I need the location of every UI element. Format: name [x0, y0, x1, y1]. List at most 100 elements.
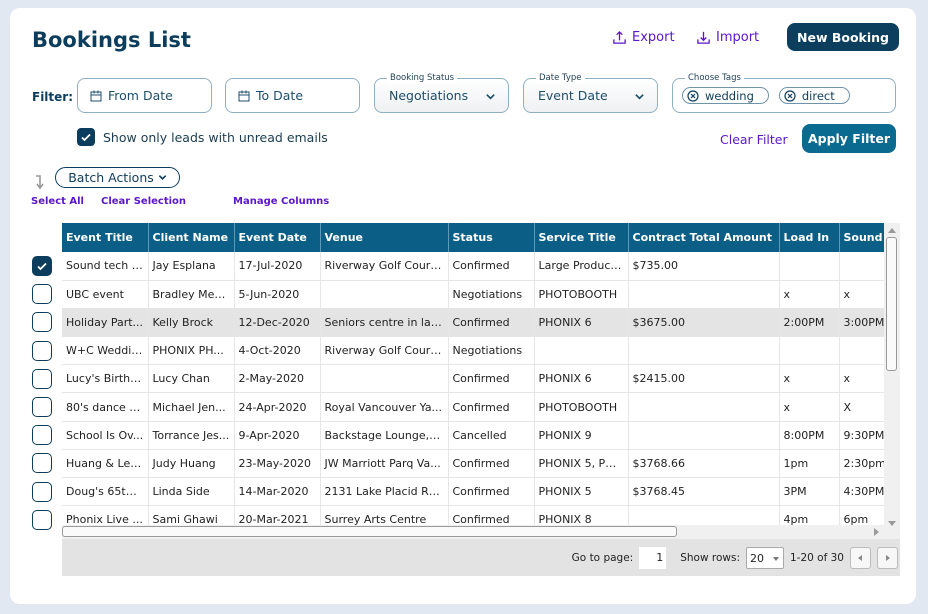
- column-header[interactable]: Event Title: [62, 223, 149, 252]
- chevron-down-icon: [486, 94, 495, 100]
- column-header[interactable]: Venue: [320, 223, 449, 252]
- vertical-scroll-thumb[interactable]: [886, 237, 897, 371]
- booking-status-select[interactable]: Booking Status Negotiations: [374, 72, 509, 113]
- table-row[interactable]: UBC event Bradley Men... 5-Jun-2020 Negotia…: [62, 280, 884, 309]
- import-button[interactable]: Import: [696, 30, 759, 45]
- table-cell: 2:00PM: [779, 308, 840, 338]
- table-cell: Confirmed: [448, 505, 535, 525]
- table-row[interactable]: Sound tech -... Jay Esplana 17-Jul-2020 Riv…: [62, 252, 884, 281]
- table-row[interactable]: School Is Ov... Torrance Jes... 9-Apr-2020…: [62, 421, 884, 450]
- to-date-placeholder: To Date: [256, 88, 304, 103]
- show-rows-label: Show rows:: [680, 551, 740, 564]
- table-cell: Confirmed: [448, 477, 535, 507]
- clear-filter-link[interactable]: Clear Filter: [720, 132, 788, 147]
- table-cell: $735.00: [628, 252, 780, 281]
- table-cell: Riverway Golf Cours...: [320, 252, 449, 281]
- table-cell: PHONIX 5, PH...: [534, 449, 629, 479]
- row-checkbox[interactable]: [32, 312, 52, 333]
- column-header[interactable]: Sound: [839, 223, 884, 252]
- table-cell: Confirmed: [448, 308, 535, 338]
- remove-tag-icon[interactable]: [687, 89, 699, 102]
- table-cell: x: [779, 392, 840, 422]
- bookings-card: Bookings List Export Import New Booking …: [10, 8, 916, 604]
- remove-tag-icon[interactable]: [784, 89, 796, 102]
- from-date-input[interactable]: From Date: [77, 78, 212, 113]
- table-cell: 4:30PM: [839, 477, 884, 507]
- clear-selection-link[interactable]: Clear Selection: [101, 196, 186, 207]
- row-checkbox[interactable]: [32, 368, 52, 389]
- column-header[interactable]: Service Title: [534, 223, 629, 252]
- goto-page-input[interactable]: 1: [639, 546, 667, 569]
- next-page-button[interactable]: [877, 546, 898, 569]
- table-cell: 14-Mar-2020: [234, 477, 321, 507]
- table-cell: W+C Wedding: [62, 336, 149, 366]
- table-cell: Huang & Lee...: [62, 449, 149, 479]
- table-cell: 9:30PM: [839, 421, 884, 450]
- export-button[interactable]: Export: [612, 30, 675, 45]
- row-checkbox[interactable]: [32, 453, 52, 474]
- bookings-grid: Event Title Client Name Event Date Venue Sta…: [62, 223, 900, 576]
- table-cell: x: [779, 280, 840, 309]
- horizontal-scroll-thumb[interactable]: [62, 526, 677, 537]
- table-cell: Torrance Jes...: [148, 421, 235, 450]
- tags-select[interactable]: Choose Tags wedding direct: [672, 72, 896, 113]
- prev-page-button[interactable]: [850, 546, 871, 569]
- table-cell: 24-Apr-2020: [234, 392, 321, 422]
- scroll-right-icon[interactable]: [874, 528, 879, 536]
- table-body: Sound tech -... Jay Esplana 17-Jul-2020 Riv…: [62, 252, 884, 525]
- table-row[interactable]: Phonix Live ... Sami Ghawi 20-Mar-2021 Surr…: [62, 505, 884, 525]
- unread-emails-checkbox[interactable]: [77, 128, 95, 146]
- table-cell: [628, 505, 780, 525]
- row-checkbox[interactable]: [32, 256, 52, 276]
- table-cell: Negotiations: [448, 280, 535, 309]
- vertical-scrollbar[interactable]: [884, 223, 900, 539]
- row-checkbox[interactable]: [32, 340, 52, 361]
- row-checkbox[interactable]: [32, 481, 52, 502]
- apply-filter-button[interactable]: Apply Filter: [802, 124, 896, 153]
- horizontal-scrollbar[interactable]: [62, 525, 884, 539]
- table-cell: $3768.45: [628, 477, 780, 507]
- row-checkbox[interactable]: [32, 425, 52, 446]
- date-type-select[interactable]: Date Type Event Date: [523, 72, 658, 113]
- checkmark-icon: [37, 262, 47, 271]
- table-row[interactable]: W+C Wedding PHONIX PH... 4-Oct-2020 Riverwa…: [62, 336, 884, 366]
- to-date-input[interactable]: To Date: [225, 78, 360, 113]
- table-row[interactable]: Doug's 65th ... Linda Side 14-Mar-2020 2131…: [62, 477, 884, 507]
- scroll-down-icon[interactable]: [888, 521, 896, 526]
- rows-per-page-select[interactable]: 20: [746, 546, 784, 569]
- booking-status-value: Negotiations: [389, 88, 469, 103]
- table-row[interactable]: 80's dance p... Michael Jen... 24-Apr-2020…: [62, 392, 884, 422]
- select-all-link[interactable]: Select All: [31, 196, 84, 207]
- table-row[interactable]: Huang & Lee... Judy Huang 23-May-2020 JW Ma…: [62, 449, 884, 479]
- page-title: Bookings List: [32, 28, 191, 52]
- column-header[interactable]: Contract Total Amount: [628, 223, 780, 252]
- table-cell: [628, 336, 780, 366]
- column-header[interactable]: Load In: [779, 223, 840, 252]
- table-cell: PHONIX 9: [534, 421, 629, 450]
- row-checkbox[interactable]: [32, 284, 52, 305]
- table-cell: Sami Ghawi: [148, 505, 235, 525]
- table-cell: Riverway Golf Cours...: [320, 336, 449, 366]
- filter-label: Filter:: [32, 90, 74, 104]
- tag-chip[interactable]: direct: [778, 87, 850, 104]
- table-cell: Judy Huang: [148, 449, 235, 479]
- table-cell: Confirmed: [448, 252, 535, 281]
- table-cell: [839, 252, 884, 281]
- column-header[interactable]: Client Name: [148, 223, 235, 252]
- table-row[interactable]: Holiday Part... Kelly Brock 12-Dec-2020 Sen…: [62, 308, 884, 338]
- table-cell: PHONIX 6: [534, 364, 629, 394]
- new-booking-button[interactable]: New Booking: [787, 23, 899, 51]
- table-cell: Surrey Arts Centre: [320, 505, 449, 525]
- manage-columns-link[interactable]: Manage Columns: [233, 196, 329, 207]
- grid-viewport: Event Title Client Name Event Date Venue Sta…: [62, 223, 884, 525]
- row-checkbox[interactable]: [32, 509, 52, 530]
- scroll-up-icon[interactable]: [888, 228, 896, 233]
- column-header[interactable]: Event Date: [234, 223, 321, 252]
- table-cell: Negotiations: [448, 336, 535, 366]
- tag-chip[interactable]: wedding: [682, 87, 769, 104]
- sort-arrow-icon: [36, 175, 44, 190]
- table-row[interactable]: Lucy's Birthd... Lucy Chan 2-May-2020 Confi…: [62, 364, 884, 394]
- row-checkbox[interactable]: [32, 397, 52, 417]
- batch-actions-button[interactable]: Batch Actions: [55, 167, 180, 188]
- column-header[interactable]: Status: [448, 223, 535, 252]
